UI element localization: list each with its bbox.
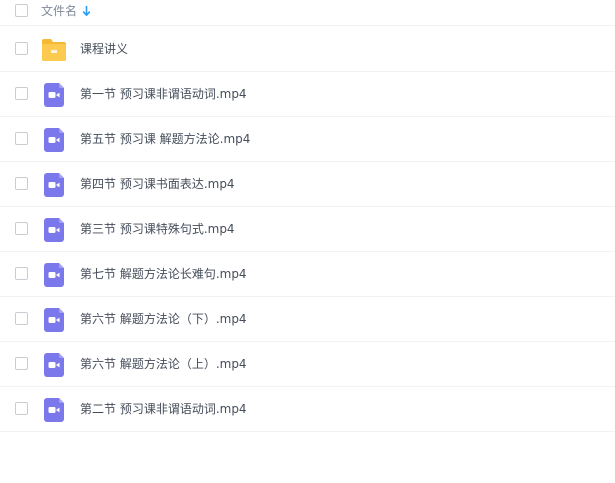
file-row[interactable]: 第三节 预习课特殊句式.mp4 <box>0 207 615 252</box>
file-row[interactable]: 第一节 预习课非谓语动词.mp4 <box>0 72 615 117</box>
row-checkbox[interactable] <box>15 132 28 145</box>
video-file-icon <box>44 173 64 197</box>
video-file-icon <box>44 308 64 332</box>
file-row[interactable]: 第四节 预习课书面表达.mp4 <box>0 162 615 207</box>
file-name[interactable]: 第一节 预习课非谓语动词.mp4 <box>80 86 247 103</box>
row-checkbox[interactable] <box>15 312 28 325</box>
file-list: 课程讲义 第一节 预习课非谓语动词.mp4 第五节 预习课 解题方法论.mp4 <box>0 27 615 432</box>
file-row[interactable]: 第二节 预习课非谓语动词.mp4 <box>0 387 615 432</box>
file-name[interactable]: 课程讲义 <box>80 41 128 58</box>
file-name[interactable]: 第四节 预习课书面表达.mp4 <box>80 176 235 193</box>
folder-icon <box>42 39 66 61</box>
file-row[interactable]: 第七节 解题方法论长难句.mp4 <box>0 252 615 297</box>
file-row[interactable]: 课程讲义 <box>0 27 615 72</box>
row-checkbox[interactable] <box>15 87 28 100</box>
file-row[interactable]: 第六节 解题方法论（上）.mp4 <box>0 342 615 387</box>
row-checkbox[interactable] <box>15 267 28 280</box>
file-name[interactable]: 第七节 解题方法论长难句.mp4 <box>80 266 247 283</box>
row-checkbox[interactable] <box>15 402 28 415</box>
row-checkbox[interactable] <box>15 222 28 235</box>
video-file-icon <box>44 263 64 287</box>
video-file-icon <box>44 398 64 422</box>
file-name[interactable]: 第六节 解题方法论（上）.mp4 <box>80 356 247 373</box>
file-row[interactable]: 第六节 解题方法论（下）.mp4 <box>0 297 615 342</box>
video-file-icon <box>44 128 64 152</box>
select-all-checkbox[interactable] <box>15 4 28 17</box>
file-name[interactable]: 第五节 预习课 解题方法论.mp4 <box>80 131 250 148</box>
video-file-icon <box>44 83 64 107</box>
arrow-down-icon[interactable] <box>82 4 91 18</box>
row-checkbox[interactable] <box>15 177 28 190</box>
file-name[interactable]: 第六节 解题方法论（下）.mp4 <box>80 311 247 328</box>
video-file-icon <box>44 218 64 242</box>
file-list-header: 文件名 <box>0 0 615 26</box>
file-row[interactable]: 第五节 预习课 解题方法论.mp4 <box>0 117 615 162</box>
file-name[interactable]: 第三节 预习课特殊句式.mp4 <box>80 221 235 238</box>
row-checkbox[interactable] <box>15 42 28 55</box>
video-file-icon <box>44 353 64 377</box>
column-header-filename[interactable]: 文件名 <box>41 3 77 19</box>
row-checkbox[interactable] <box>15 357 28 370</box>
file-name[interactable]: 第二节 预习课非谓语动词.mp4 <box>80 401 247 418</box>
